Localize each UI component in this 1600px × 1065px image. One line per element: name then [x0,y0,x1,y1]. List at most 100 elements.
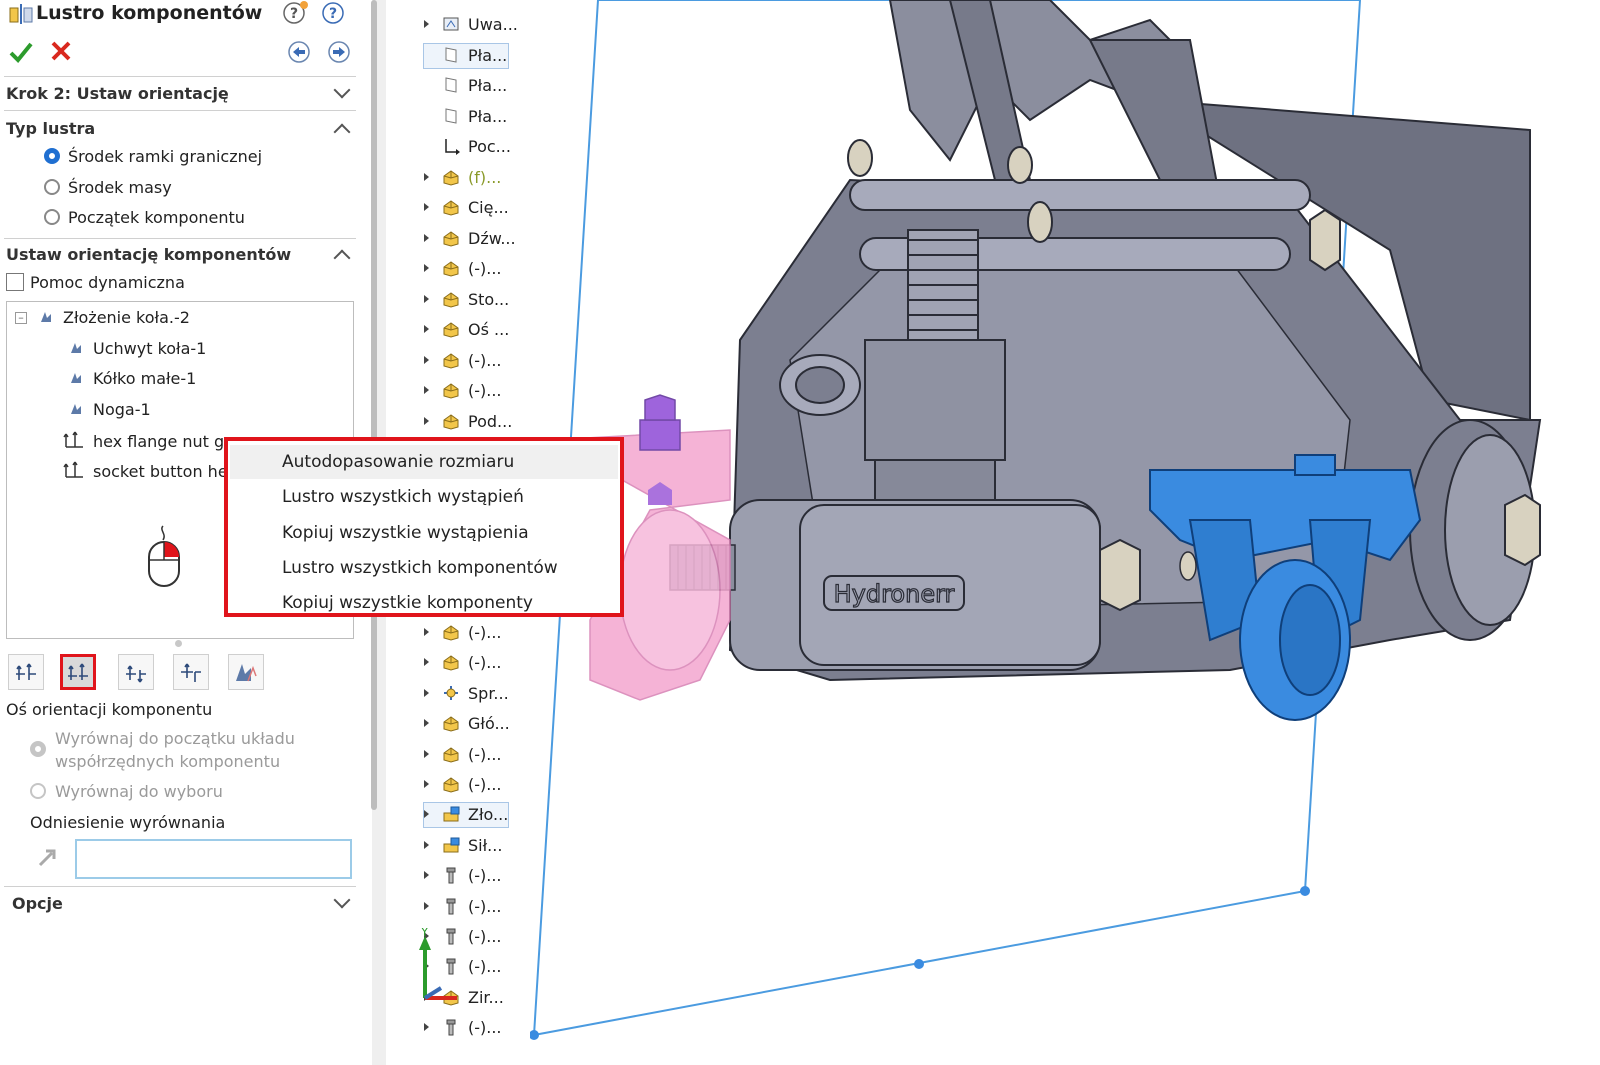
orientation-option-3-button[interactable] [118,654,154,690]
expand-arrow-icon[interactable] [424,628,429,636]
feature-tree-item[interactable]: Cię... [424,196,524,220]
options-header: Opcje [12,894,63,913]
feature-tree-item[interactable]: Poc... [424,135,524,159]
axis-label: Oś orientacji komponentu [6,700,213,719]
feature-tree-item[interactable]: (-)... [424,379,524,403]
feature-tree-item[interactable]: Uwa... [424,13,524,37]
tree-item-wheel-assembly[interactable]: Złożenie koła.-2 [39,308,190,327]
feature-tree-item[interactable]: (-)... [424,349,524,373]
tree-item-socket-button-head[interactable]: socket button hea [63,460,237,481]
radio-align-origin[interactable] [30,741,46,757]
feature-tree-item[interactable]: Pła... [423,42,509,69]
expand-arrow-icon[interactable] [424,658,429,667]
part-icon [443,383,459,399]
expand-arrow-icon[interactable] [424,355,429,364]
expand-arrow-icon[interactable] [424,780,429,788]
axis-orientation-1-icon [16,663,36,680]
feature-tree-item-label: Spr... [468,683,509,703]
cancel-x-icon[interactable] [50,40,72,62]
ok-check-icon[interactable] [8,40,34,64]
plane-handle[interactable] [530,1030,539,1040]
feature-tree-item[interactable]: Pła... [424,74,524,98]
dynamic-help-checkbox[interactable] [6,273,24,291]
orientation-collapse-chevron-icon[interactable] [333,249,351,267]
feature-tree-item[interactable]: Sił... [424,834,524,858]
feature-tree-item[interactable]: Oś ... [424,318,524,342]
expand-arrow-icon[interactable] [424,20,429,28]
feature-tree-item[interactable]: Głó... [424,712,524,736]
feature-tree-item[interactable]: Sto... [424,288,524,312]
feature-tree-item-label: Pła... [468,45,508,65]
mirrored-part-icon [71,404,81,414]
help-what-is-icon[interactable]: ? [282,0,310,26]
menu-item-copy-all-instances[interactable]: Kopiuj wszystkie wystąpienia [282,523,529,543]
tree-item-wheel-holder[interactable]: Uchwyt koła-1 [69,339,206,358]
expand-arrow-icon[interactable] [424,294,429,303]
radio-align-selection[interactable] [30,783,46,799]
expand-arrow-icon[interactable] [424,264,429,272]
expand-arrow-icon[interactable] [424,871,429,880]
orientation-header: Ustaw orientację komponentów [6,245,292,264]
back-arrow-icon[interactable] [287,40,311,64]
align-reference-input[interactable] [75,839,352,879]
expand-arrow-icon[interactable] [424,749,429,758]
feature-tree-item[interactable]: Zło... [423,802,509,829]
resize-grip-icon[interactable] [175,640,182,647]
part-icon [443,413,459,430]
expand-arrow-icon[interactable] [424,172,429,181]
next-arrow-icon[interactable] [327,40,351,64]
radio-component-origin[interactable] [44,209,60,225]
feature-tree-item[interactable]: Pod... [424,410,524,434]
feature-tree-item[interactable]: (-)... [424,743,524,767]
expand-arrow-icon[interactable] [424,688,429,697]
align-origin-label-line2: współrzędnych komponentu [55,752,281,771]
orientation-option-5-button[interactable] [228,654,264,690]
radio-center-of-mass[interactable] [44,179,60,195]
expand-arrow-icon[interactable] [424,901,429,910]
plane-handle[interactable] [1300,886,1310,896]
expand-arrow-icon[interactable] [424,386,429,394]
orientation-option-2-button[interactable] [60,654,96,690]
step-collapse-chevron-icon[interactable] [333,81,351,99]
expand-arrow-icon[interactable] [424,719,429,728]
feature-tree-item[interactable]: (-)... [424,1016,524,1040]
feature-tree-item[interactable]: Pła... [424,105,524,129]
orientation-option-1-button[interactable] [8,654,44,690]
feature-tree-item[interactable]: (f)... [424,166,524,190]
expand-arrow-icon[interactable] [424,840,429,849]
feature-tree-item-label: Sto... [468,289,510,309]
feature-tree-item[interactable]: (-)... [424,257,524,281]
expand-arrow-icon[interactable] [424,203,429,211]
feature-tree-item[interactable]: (-)... [424,895,524,919]
tree-item-small-wheel[interactable]: Kółko małe-1 [69,369,196,388]
graphics-viewport[interactable]: Hydronerr [530,0,1600,1065]
feature-tree-item[interactable]: (-)... [424,864,524,888]
expand-arrow-icon[interactable] [424,325,429,333]
mirror-type-collapse-chevron-icon[interactable] [333,123,351,141]
feature-tree-item-label: (-)... [468,927,502,946]
expand-arrow-icon[interactable] [424,1023,429,1032]
menu-item-copy-all-components[interactable]: Kopiuj wszystkie komponenty [282,593,533,613]
feature-tree-item[interactable]: (-)... [424,621,524,645]
feature-tree-item-label: Pod... [468,411,513,431]
tree-item-leg[interactable]: Noga-1 [69,400,151,419]
tree-item-hex-flange-nut[interactable]: hex flange nut gr [63,430,231,451]
menu-item-auto-size[interactable]: Autodopasowanie rozmiaru [282,452,514,472]
feature-tree-item[interactable]: Spr... [424,682,524,706]
expand-arrow-icon[interactable] [424,810,429,819]
collapse-minus-icon[interactable]: – [15,312,27,324]
menu-item-mirror-all-instances[interactable]: Lustro wszystkich wystąpień [282,487,524,507]
radio-bounding-box-center[interactable] [44,148,60,164]
help-icon[interactable]: ? [320,0,346,26]
options-expand-chevron-icon[interactable] [333,891,351,909]
feature-tree-item[interactable]: (-)... [424,651,524,675]
expand-arrow-icon[interactable] [424,416,429,425]
jack-model[interactable]: Hydronerr [669,0,1542,682]
menu-item-mirror-all-components[interactable]: Lustro wszystkich komponentów [282,558,558,578]
expand-arrow-icon[interactable] [424,233,429,242]
orientation-option-4-button[interactable] [173,654,209,690]
feature-tree-item[interactable]: (-)... [424,773,524,797]
panel-scrollbar[interactable] [371,0,377,810]
feature-tree-item[interactable]: Dźw... [424,227,524,251]
plane-handle[interactable] [914,959,924,969]
